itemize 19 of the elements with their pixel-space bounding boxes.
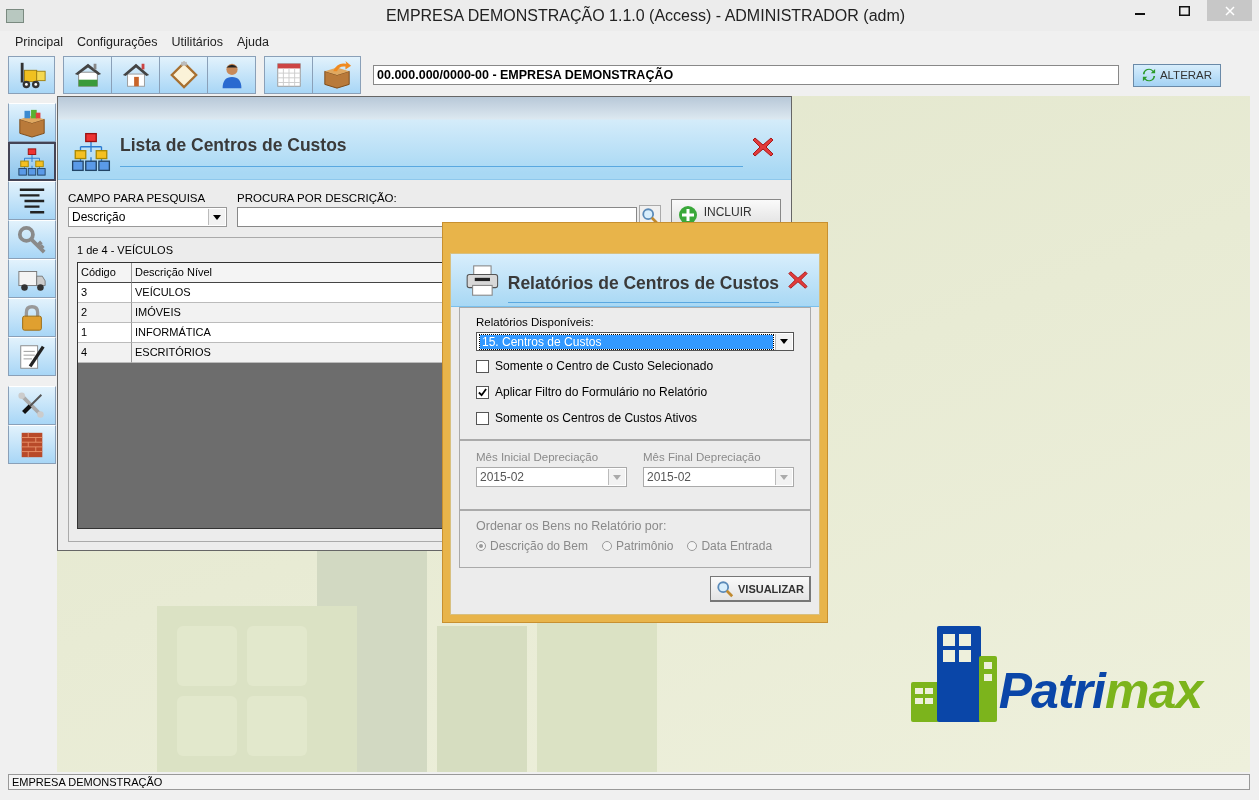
field-label: CAMPO PARA PESQUISA [68, 192, 207, 204]
group-label: Ordenar os Bens no Relatório por: [476, 519, 668, 533]
table-cell: 1 [78, 323, 132, 343]
record-status: 1 de 4 - VEÍCULOS [77, 244, 174, 256]
field-label: Mês Final Depreciação [643, 451, 762, 463]
window-title: EMPRESA DEMONSTRAÇÃO 1.1.0 (Access) - ADMINISTRADOR (adm) [384, 6, 907, 25]
radio-label: Patrimônio [616, 539, 674, 553]
table-cell: 2 [78, 303, 132, 323]
field-label: Mês Inicial Depreciação [476, 451, 600, 463]
window-heading: Lista de Centros de Custos [120, 135, 743, 167]
table-cell: 3 [78, 283, 132, 303]
status-text: EMPRESA DEMONSTRAÇÃO [8, 774, 1250, 790]
table-cell: 4 [78, 343, 132, 363]
checkbox-label: Aplicar Filtro do Formulário no Relatório [495, 385, 708, 399]
checkbox-label: Somente os Centros de Custos Ativos [495, 411, 698, 425]
radio-label: Descrição do Bem [490, 539, 589, 553]
radio-label: Data Entrada [701, 539, 773, 553]
dialog-title: Relatórios de Centros de Custos [507, 265, 780, 303]
search-label: PROCURA POR DESCRIÇÃO: [237, 192, 398, 204]
